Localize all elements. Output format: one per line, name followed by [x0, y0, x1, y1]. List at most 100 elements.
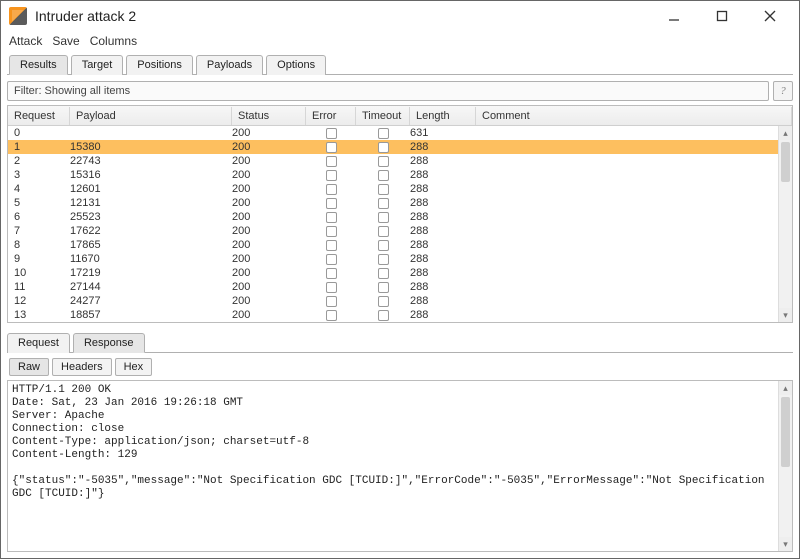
- cell-payload: 25523: [70, 211, 232, 223]
- table-row[interactable]: 1318857200288: [8, 308, 778, 322]
- scroll-thumb[interactable]: [781, 397, 790, 467]
- cell-payload: 24277: [70, 295, 232, 307]
- cell-timeout: [356, 156, 410, 167]
- cell-status: 200: [232, 155, 306, 167]
- filter-bar: Filter: Showing all items ?: [7, 81, 793, 101]
- cell-status: 200: [232, 183, 306, 195]
- checkbox-icon[interactable]: [326, 128, 337, 139]
- checkbox-icon[interactable]: [378, 226, 389, 237]
- cell-length: 288: [410, 253, 476, 265]
- checkbox-icon[interactable]: [378, 156, 389, 167]
- checkbox-icon[interactable]: [378, 296, 389, 307]
- results-table: Request Payload Status Error Timeout Len…: [7, 105, 793, 323]
- minimize-button[interactable]: [659, 6, 689, 26]
- tab-response[interactable]: Response: [73, 333, 145, 353]
- cell-error: [306, 170, 356, 181]
- col-comment[interactable]: Comment: [476, 107, 792, 125]
- checkbox-icon[interactable]: [378, 198, 389, 209]
- col-timeout[interactable]: Timeout: [356, 107, 410, 125]
- checkbox-icon[interactable]: [326, 282, 337, 293]
- table-row[interactable]: 0200631: [8, 126, 778, 140]
- cell-status: 200: [232, 281, 306, 293]
- response-raw-text[interactable]: HTTP/1.1 200 OK Date: Sat, 23 Jan 2016 1…: [8, 381, 778, 551]
- table-row[interactable]: 1017219200288: [8, 266, 778, 280]
- checkbox-icon[interactable]: [326, 142, 337, 153]
- checkbox-icon[interactable]: [378, 240, 389, 251]
- checkbox-icon[interactable]: [378, 128, 389, 139]
- subtab-headers[interactable]: Headers: [52, 358, 112, 376]
- tab-positions[interactable]: Positions: [126, 55, 193, 75]
- table-header: Request Payload Status Error Timeout Len…: [8, 106, 792, 126]
- maximize-button[interactable]: [707, 6, 737, 26]
- tab-results[interactable]: Results: [9, 55, 68, 75]
- col-error[interactable]: Error: [306, 107, 356, 125]
- checkbox-icon[interactable]: [326, 156, 337, 167]
- checkbox-icon[interactable]: [326, 226, 337, 237]
- table-row[interactable]: 1224277200288: [8, 294, 778, 308]
- cell-timeout: [356, 310, 410, 321]
- cell-payload: 12601: [70, 183, 232, 195]
- checkbox-icon[interactable]: [326, 184, 337, 195]
- table-scrollbar[interactable]: ▴ ▾: [778, 126, 792, 322]
- table-row[interactable]: 115380200288: [8, 140, 778, 154]
- col-request[interactable]: Request: [8, 107, 70, 125]
- table-row[interactable]: 817865200288: [8, 238, 778, 252]
- col-status[interactable]: Status: [232, 107, 306, 125]
- table-row[interactable]: 625523200288: [8, 210, 778, 224]
- table-row[interactable]: 1127144200288: [8, 280, 778, 294]
- minimize-icon: [668, 10, 680, 22]
- checkbox-icon[interactable]: [326, 170, 337, 181]
- checkbox-icon[interactable]: [326, 296, 337, 307]
- tab-options[interactable]: Options: [266, 55, 326, 75]
- tab-request[interactable]: Request: [7, 333, 70, 353]
- cell-timeout: [356, 226, 410, 237]
- checkbox-icon[interactable]: [326, 240, 337, 251]
- cell-error: [306, 296, 356, 307]
- menu-columns[interactable]: Columns: [90, 34, 137, 48]
- col-length[interactable]: Length: [410, 107, 476, 125]
- table-row[interactable]: 911670200288: [8, 252, 778, 266]
- tab-target[interactable]: Target: [71, 55, 124, 75]
- menu-attack[interactable]: Attack: [9, 34, 42, 48]
- checkbox-icon[interactable]: [326, 212, 337, 223]
- checkbox-icon[interactable]: [378, 282, 389, 293]
- cell-timeout: [356, 128, 410, 139]
- checkbox-icon[interactable]: [378, 212, 389, 223]
- checkbox-icon[interactable]: [326, 198, 337, 209]
- checkbox-icon[interactable]: [378, 268, 389, 279]
- filter-display[interactable]: Filter: Showing all items: [7, 81, 769, 101]
- checkbox-icon[interactable]: [326, 254, 337, 265]
- window-title: Intruder attack 2: [35, 8, 659, 24]
- table-row[interactable]: 512131200288: [8, 196, 778, 210]
- subtab-hex[interactable]: Hex: [115, 358, 153, 376]
- cell-timeout: [356, 198, 410, 209]
- table-row[interactable]: 412601200288: [8, 182, 778, 196]
- subtab-raw[interactable]: Raw: [9, 358, 49, 376]
- table-row[interactable]: 717622200288: [8, 224, 778, 238]
- checkbox-icon[interactable]: [378, 310, 389, 321]
- checkbox-icon[interactable]: [378, 254, 389, 265]
- checkbox-icon[interactable]: [326, 310, 337, 321]
- menu-save[interactable]: Save: [52, 34, 79, 48]
- help-button[interactable]: ?: [773, 81, 793, 101]
- cell-status: 200: [232, 197, 306, 209]
- response-scrollbar[interactable]: ▴ ▾: [778, 381, 792, 551]
- table-row[interactable]: 222743200288: [8, 154, 778, 168]
- cell-status: 200: [232, 267, 306, 279]
- checkbox-icon[interactable]: [378, 170, 389, 181]
- scroll-thumb[interactable]: [781, 142, 790, 182]
- col-payload[interactable]: Payload: [70, 107, 232, 125]
- cell-payload: 27144: [70, 281, 232, 293]
- cell-payload: 18857: [70, 309, 232, 321]
- checkbox-icon[interactable]: [378, 184, 389, 195]
- cell-request: 13: [8, 309, 70, 321]
- table-row[interactable]: 315316200288: [8, 168, 778, 182]
- tab-payloads[interactable]: Payloads: [196, 55, 263, 75]
- cell-status: 200: [232, 309, 306, 321]
- checkbox-icon[interactable]: [378, 142, 389, 153]
- cell-payload: 17219: [70, 267, 232, 279]
- titlebar: Intruder attack 2: [1, 1, 799, 31]
- splitter[interactable]: [7, 323, 793, 330]
- close-button[interactable]: [755, 6, 785, 26]
- checkbox-icon[interactable]: [326, 268, 337, 279]
